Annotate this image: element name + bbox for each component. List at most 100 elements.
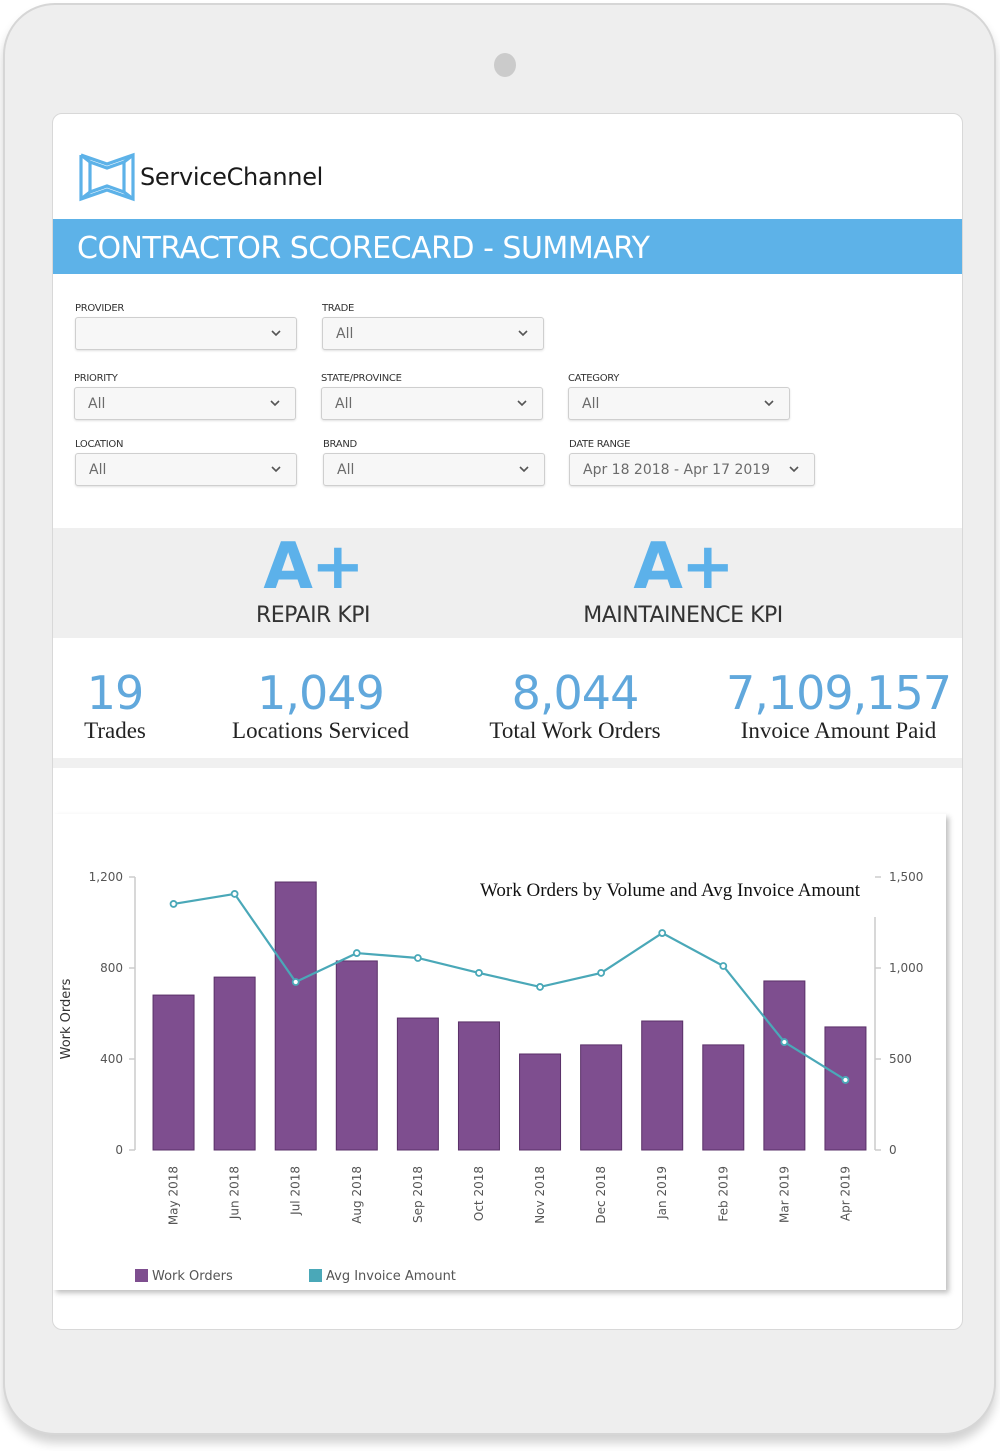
page-title: CONTRACTOR SCORECARD - SUMMARY: [77, 231, 650, 266]
avg-invoice-point[interactable]: [352, 949, 361, 957]
right-axis-tick-label: 0: [889, 1143, 897, 1157]
chevron-down-icon: [271, 330, 281, 337]
filter-location: LOCATION All: [75, 439, 297, 486]
work-orders-bar[interactable]: [580, 1044, 623, 1151]
work-orders-bar[interactable]: [152, 994, 195, 1151]
x-axis-tick-label: Jul 2018: [289, 1166, 303, 1216]
avg-invoice-line: [173, 892, 847, 1081]
stat-value: 7,109,157: [725, 666, 952, 720]
avg-invoice-point[interactable]: [169, 900, 178, 908]
filter-state-province: STATE/PROVINCE All: [321, 373, 543, 420]
avg-invoice-point[interactable]: [658, 929, 667, 937]
stat-value: 1,049: [257, 666, 385, 720]
chevron-down-icon: [764, 400, 774, 407]
kpi-label: MAINTAINENCE KPI: [583, 603, 783, 628]
x-axis-tick-label: Jan 2019: [655, 1166, 669, 1220]
legend-label[interactable]: Work Orders: [152, 1269, 233, 1284]
brand-logo[interactable]: ServiceChannel: [78, 152, 323, 202]
priority-select[interactable]: All: [74, 387, 296, 420]
work-orders-bar[interactable]: [519, 1053, 562, 1151]
x-axis-tick-label: Aug 2018: [350, 1166, 364, 1224]
stat-value: 19: [86, 666, 145, 720]
tablet-frame: ServiceChannel CONTRACTOR SCORECARD - SU…: [3, 3, 996, 1435]
avg-invoice-point[interactable]: [536, 983, 544, 991]
avg-invoice-point[interactable]: [719, 962, 728, 970]
work-orders-bar[interactable]: [396, 1017, 439, 1151]
select-value: All: [337, 461, 355, 478]
stat-label: Trades: [84, 718, 146, 743]
avg-invoice-point[interactable]: [291, 978, 300, 986]
stat-locations-serviced: 1,049 Locations Serviced: [218, 668, 423, 744]
kpi-grade: A+: [633, 530, 734, 604]
x-axis-tick-label: Dec 2018: [594, 1166, 608, 1224]
avg-invoice-point[interactable]: [597, 969, 606, 977]
kpi-grade: A+: [263, 530, 364, 604]
avg-invoice-point[interactable]: [413, 954, 422, 962]
kpi-band: A+ REPAIR KPI A+ MAINTAINENCE KPI: [53, 528, 962, 638]
stat-label: Locations Serviced: [232, 718, 409, 743]
brand-name: ServiceChannel: [140, 163, 324, 191]
repair-kpi: A+ REPAIR KPI: [213, 528, 413, 628]
work-orders-bar[interactable]: [641, 1020, 684, 1151]
date-range-select[interactable]: Apr 18 2018 - Apr 17 2019: [569, 453, 815, 486]
page-header-banner: CONTRACTOR SCORECARD - SUMMARY: [53, 219, 962, 274]
avg-invoice-point[interactable]: [841, 1076, 850, 1084]
filter-label: CATEGORY: [568, 373, 620, 384]
chevron-down-icon: [789, 466, 799, 473]
x-axis-tick-label: Feb 2019: [716, 1166, 730, 1222]
work-orders-chart-card: Work Orders by Volume and Avg Invoice Am…: [53, 814, 946, 1290]
work-orders-bar[interactable]: [213, 976, 256, 1151]
filter-label: BRAND: [323, 439, 357, 450]
trade-select[interactable]: All: [322, 317, 544, 350]
x-axis-tick-label: Mar 2019: [777, 1166, 791, 1223]
right-axis-tick-label: 1,000: [889, 961, 923, 975]
chevron-down-icon: [518, 330, 528, 337]
work-orders-bar[interactable]: [335, 960, 378, 1151]
servicechannel-logo-icon: [79, 152, 135, 202]
kpi-label: REPAIR KPI: [255, 603, 371, 628]
right-axis-tick-label: 500: [889, 1052, 912, 1066]
chart-title: Work Orders by Volume and Avg Invoice Am…: [480, 880, 861, 901]
x-axis-tick-label: Apr 2019: [838, 1166, 852, 1221]
filter-label: PRIORITY: [74, 373, 118, 384]
summary-stats: 19 Trades 1,049 Locations Serviced 8,044…: [53, 638, 962, 768]
work-orders-bar[interactable]: [702, 1044, 745, 1151]
right-axis-tick-label: 1,500: [889, 870, 923, 884]
select-value: All: [336, 325, 354, 342]
avg-invoice-point[interactable]: [780, 1038, 789, 1046]
select-value: All: [89, 461, 107, 478]
left-axis-tick-label: 800: [100, 961, 123, 975]
app-screen: ServiceChannel CONTRACTOR SCORECARD - SU…: [52, 113, 963, 1330]
select-value: Apr 18 2018 - Apr 17 2019: [583, 461, 771, 478]
filter-label: PROVIDER: [75, 303, 125, 314]
location-select[interactable]: All: [75, 453, 297, 486]
chevron-down-icon: [517, 400, 527, 407]
x-axis-tick-label: Sep 2018: [411, 1166, 425, 1223]
work-orders-bar[interactable]: [457, 1021, 500, 1151]
stat-trades: 19 Trades: [65, 668, 165, 744]
filter-label: STATE/PROVINCE: [321, 373, 402, 384]
category-select[interactable]: All: [568, 387, 790, 420]
chevron-down-icon: [519, 466, 529, 473]
state-province-select[interactable]: All: [321, 387, 543, 420]
work-orders-bar[interactable]: [824, 1026, 867, 1151]
avg-invoice-point[interactable]: [475, 969, 483, 977]
filter-trade: TRADE All: [322, 303, 544, 350]
left-axis-tick-label: 1,200: [89, 870, 123, 884]
avg-invoice-point[interactable]: [230, 890, 239, 898]
legend-label[interactable]: Avg Invoice Amount: [326, 1269, 456, 1284]
chevron-down-icon: [271, 466, 281, 473]
work-orders-bar[interactable]: [274, 881, 317, 1151]
stat-label: Invoice Amount Paid: [740, 718, 937, 743]
select-value: All: [582, 395, 600, 412]
maintenance-kpi: A+ MAINTAINENCE KPI: [533, 528, 833, 628]
camera-dot: [494, 53, 516, 77]
filter-date-range: DATE RANGE Apr 18 2018 - Apr 17 2019: [569, 439, 815, 486]
provider-select[interactable]: [75, 317, 297, 350]
brand-select[interactable]: All: [323, 453, 545, 486]
work-orders-chart: Work Orders by Volume and Avg Invoice Am…: [59, 870, 923, 1284]
work-orders-bar[interactable]: [763, 980, 806, 1151]
filter-priority: PRIORITY All: [74, 373, 296, 420]
left-axis-tick-label: 0: [115, 1143, 123, 1157]
select-value: All: [335, 395, 353, 412]
